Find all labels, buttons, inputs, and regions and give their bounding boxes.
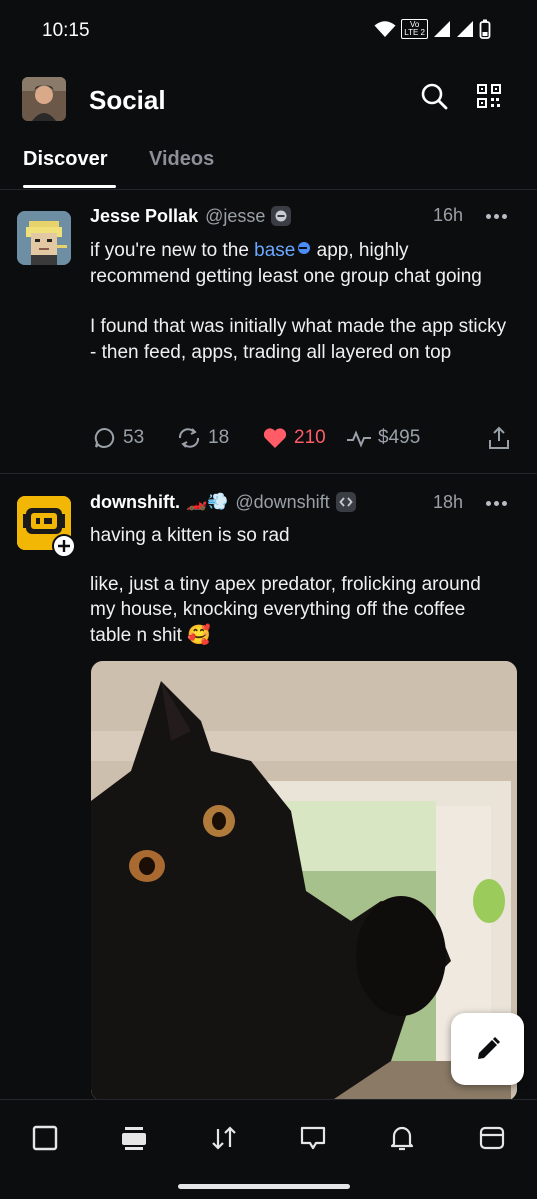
notifications-icon (390, 1126, 414, 1151)
search-icon (421, 83, 448, 110)
search-button[interactable] (416, 78, 452, 114)
post-body: having a kitten is so rad like, just a t… (90, 523, 510, 648)
nav-wallet[interactable] (472, 1120, 512, 1156)
activity-icon (347, 430, 371, 448)
feed-post[interactable]: Jesse Pollak @jesse 16h if you're new to… (0, 190, 537, 474)
status-time: 10:15 (42, 20, 90, 41)
nav-messages[interactable] (293, 1120, 333, 1156)
tab-videos[interactable]: Videos (149, 148, 214, 171)
qr-code-icon (477, 84, 501, 108)
like-count: 210 (294, 427, 326, 448)
more-options-button[interactable] (486, 501, 507, 506)
reply-button[interactable]: 53 (93, 426, 144, 450)
pencil-icon (477, 1036, 500, 1059)
author-handle[interactable]: @downshift (235, 492, 329, 513)
post-timestamp: 16h (433, 205, 464, 225)
nav-home[interactable] (25, 1120, 65, 1156)
post-header: Jesse Pollak @jesse (90, 203, 292, 229)
recast-count: 18 (208, 427, 230, 448)
trade-icon (212, 1126, 236, 1150)
channel-badge[interactable] (271, 206, 292, 226)
post-text-segment: if you're new to the (90, 240, 255, 261)
feed-tabs: Discover Videos (0, 140, 537, 190)
compose-button[interactable] (451, 1013, 524, 1085)
author-avatar[interactable] (17, 211, 71, 265)
reply-icon (94, 427, 115, 448)
wifi-icon (374, 21, 396, 37)
status-bar: 10:15 Vo LTE 2 (0, 0, 537, 62)
code-icon (338, 497, 353, 507)
post-paragraph: I found that was initially what made the… (90, 316, 507, 363)
base-logo-icon (298, 242, 311, 254)
nav-notifications[interactable] (382, 1120, 422, 1156)
reply-count: 53 (123, 427, 145, 448)
heart-icon (263, 428, 287, 448)
post-timestamp: 18h (433, 492, 464, 512)
lte-badge: Vo LTE 2 (401, 19, 428, 39)
nav-trade[interactable] (204, 1120, 244, 1156)
signal-icon-2 (457, 21, 473, 37)
bottom-navigation (0, 1099, 537, 1199)
post-paragraph: having a kitten is so rad (90, 525, 290, 546)
tip-button[interactable]: $495 (346, 426, 420, 450)
app-header: Social (0, 72, 537, 128)
qr-code-button[interactable] (471, 78, 507, 114)
battery-icon (479, 19, 491, 39)
page-title: Social (89, 85, 166, 115)
nav-feed[interactable] (114, 1120, 154, 1156)
messages-icon (300, 1126, 326, 1150)
tab-discover[interactable]: Discover (23, 148, 108, 171)
channel-badge[interactable] (335, 492, 356, 512)
plus-icon (58, 540, 70, 552)
share-icon (489, 426, 509, 449)
home-icon (32, 1125, 58, 1151)
recast-button[interactable]: 18 (176, 426, 229, 450)
base-channel-link[interactable]: base (254, 240, 311, 261)
more-options-button[interactable] (486, 214, 507, 219)
author-handle[interactable]: @jesse (205, 206, 265, 227)
recast-icon (178, 428, 200, 448)
post-paragraph: like, just a tiny apex predator, frolick… (90, 573, 481, 646)
post-body: if you're new to the base app, highly re… (90, 238, 510, 365)
follow-button[interactable] (52, 534, 76, 558)
like-button[interactable]: 210 (262, 426, 326, 450)
status-icons: Vo LTE 2 (374, 19, 491, 39)
signal-icon (434, 21, 450, 37)
author-emoji: 🏎️💨 (185, 492, 229, 511)
share-button[interactable] (487, 426, 511, 450)
tip-amount: $495 (378, 427, 421, 448)
author-name[interactable]: Jesse Pollak (90, 206, 198, 227)
base-icon (275, 210, 287, 222)
base-link-label: base (254, 240, 296, 261)
home-indicator[interactable] (178, 1184, 350, 1189)
post-header: downshift. 🏎️💨 @downshift (90, 489, 356, 515)
post-actions: 53 18 210 $495 (90, 426, 520, 456)
author-name[interactable]: downshift. (90, 492, 180, 513)
active-tab-indicator (23, 185, 116, 188)
profile-avatar[interactable] (22, 77, 66, 121)
wallet-icon (479, 1126, 505, 1150)
feed-icon (122, 1127, 146, 1150)
